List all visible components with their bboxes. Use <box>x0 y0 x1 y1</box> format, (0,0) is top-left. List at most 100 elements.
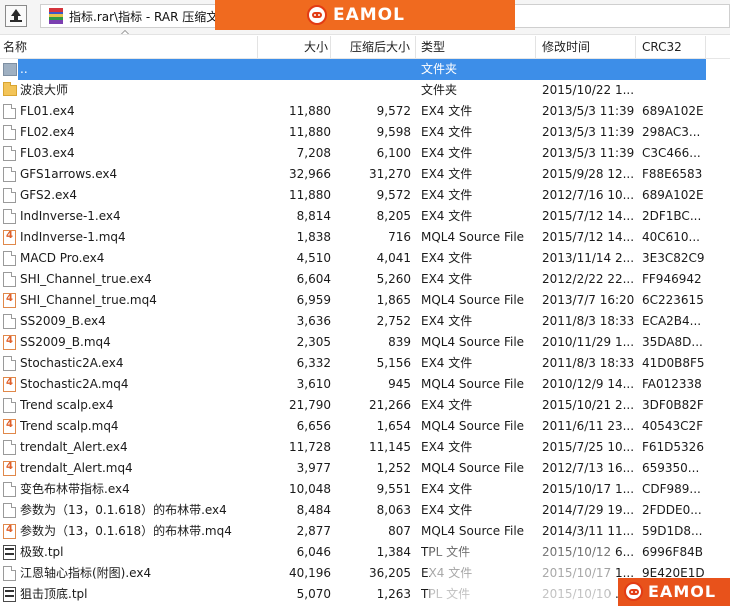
file-packed-size: 9,598 <box>376 125 411 139</box>
file-crc: 6C223615 <box>642 293 704 307</box>
table-row[interactable]: FL03.ex4 7,208 6,100 EX4 文件 2013/5/3 11:39 C3… <box>0 143 730 164</box>
file-name: 狙击顶底.tpl <box>20 587 88 601</box>
file-type: TPL 文件 <box>421 545 471 559</box>
table-row[interactable]: 极致.tpl 6,046 1,384 TPL 文件 2015/10/12 6... 699… <box>0 542 730 563</box>
file-name: SS2009_B.ex4 <box>20 314 106 328</box>
file-crc: CDF989... <box>642 482 701 496</box>
table-row[interactable]: IndInverse-1.ex4 8,814 8,205 EX4 文件 2015/7/1… <box>0 206 730 227</box>
toolbar: 指标.rar\指标 - RAR 压缩文 EAMOL <box>0 0 730 35</box>
table-row[interactable]: 参数为（13，0.1.618）的布林带.ex4 8,484 8,063 EX4 文件 2… <box>0 500 730 521</box>
file-modified: 2011/8/3 18:33 <box>542 314 635 328</box>
column-header: 名称 大小 压缩后大小 类型 修改时间 CRC32 <box>0 36 730 59</box>
file-type: 文件夹 <box>421 83 458 97</box>
file-packed-size: 839 <box>388 335 411 349</box>
eamol-logo-icon <box>307 5 327 25</box>
file-packed-size: 4,041 <box>376 251 411 265</box>
file-icon <box>3 503 16 518</box>
file-crc: 6996F84B <box>642 545 703 559</box>
file-name: SS2009_B.mq4 <box>20 335 111 349</box>
table-row[interactable]: FL02.ex4 11,880 9,598 EX4 文件 2013/5/3 11:39 2… <box>0 122 730 143</box>
column-label: 大小 <box>303 40 328 54</box>
table-row[interactable]: GFS1arrows.ex4 32,966 31,270 EX4 文件 2015/9/2… <box>0 164 730 185</box>
table-row[interactable]: trendalt_Alert.ex4 11,728 11,145 EX4 文件 2015… <box>0 437 730 458</box>
column-header-type[interactable]: 类型 <box>416 36 536 58</box>
file-size: 6,046 <box>296 545 331 559</box>
table-row[interactable]: Stochastic2A.mq4 3,610 945 MQL4 Source File… <box>0 374 730 395</box>
column-label: 压缩后大小 <box>349 40 410 54</box>
file-modified: 2014/7/29 19... <box>542 503 635 517</box>
template-file-icon <box>3 545 16 560</box>
column-label: 修改时间 <box>542 40 591 54</box>
file-type: EX4 文件 <box>421 272 473 286</box>
column-header-size[interactable]: 大小 <box>258 36 331 58</box>
file-packed-size: 1,252 <box>376 461 411 475</box>
table-row[interactable]: MACD Pro.ex4 4,510 4,041 EX4 文件 2013/11/14 2… <box>0 248 730 269</box>
table-row[interactable]: SHI_Channel_true.ex4 6,604 5,260 EX4 文件 2012… <box>0 269 730 290</box>
file-crc: 59D1D8... <box>642 524 703 538</box>
file-type: EX4 文件 <box>421 440 473 454</box>
column-header-packed[interactable]: 压缩后大小 <box>331 36 416 58</box>
file-icon <box>3 167 16 182</box>
file-packed-size: 9,572 <box>376 104 411 118</box>
file-packed-size: 2,752 <box>376 314 411 328</box>
file-type: MQL4 Source File <box>421 230 525 244</box>
file-size: 4,510 <box>296 251 331 265</box>
table-row[interactable]: 参数为（13，0.1.618）的布林带.mq4 2,877 807 MQL4 Sour… <box>0 521 730 542</box>
file-crc: F61D5326 <box>642 440 704 454</box>
table-row[interactable]: IndInverse-1.mq4 1,838 716 MQL4 Source File… <box>0 227 730 248</box>
column-label: 名称 <box>3 40 28 54</box>
file-crc: C3C466... <box>642 146 701 160</box>
file-modified: 2015/10/12 6... <box>542 545 635 559</box>
file-size: 11,880 <box>289 188 331 202</box>
table-row[interactable]: trendalt_Alert.mq4 3,977 1,252 MQL4 Source … <box>0 458 730 479</box>
file-size: 5,070 <box>296 587 331 601</box>
file-packed-size: 6,100 <box>376 146 411 160</box>
mq4-source-icon <box>3 230 16 245</box>
column-header-crc[interactable]: CRC32 <box>636 36 706 58</box>
file-packed-size: 8,063 <box>376 503 411 517</box>
table-row[interactable]: GFS2.ex4 11,880 9,572 EX4 文件 2012/7/16 10...… <box>0 185 730 206</box>
table-row[interactable]: .. 文件夹 <box>0 59 730 80</box>
file-packed-size <box>331 59 411 80</box>
file-modified: 2015/7/12 14... <box>542 209 635 223</box>
column-header-modified[interactable]: 修改时间 <box>536 36 636 58</box>
file-crc: 2DF1BC... <box>642 209 702 223</box>
table-row[interactable]: SHI_Channel_true.mq4 6,959 1,865 MQL4 Sourc… <box>0 290 730 311</box>
file-name: IndInverse-1.ex4 <box>20 209 121 223</box>
file-icon <box>3 440 16 455</box>
file-icon <box>3 188 16 203</box>
table-row[interactable]: Trend scalp.ex4 21,790 21,266 EX4 文件 2015/10… <box>0 395 730 416</box>
table-row[interactable]: Trend scalp.mq4 6,656 1,654 MQL4 Source Fil… <box>0 416 730 437</box>
file-packed-size: 9,572 <box>376 188 411 202</box>
mq4-source-icon <box>3 461 16 476</box>
file-name: 参数为（13，0.1.618）的布林带.mq4 <box>20 524 232 538</box>
file-name: Stochastic2A.ex4 <box>20 356 124 370</box>
file-crc <box>642 80 722 101</box>
file-type: MQL4 Source File <box>421 524 525 538</box>
column-header-name[interactable]: 名称 <box>0 36 258 58</box>
table-row[interactable]: SS2009_B.ex4 3,636 2,752 EX4 文件 2011/8/3 18:… <box>0 311 730 332</box>
table-row[interactable]: 变色布林带指标.ex4 10,048 9,551 EX4 文件 2015/10/17 1… <box>0 479 730 500</box>
file-modified: 2013/5/3 11:39 <box>542 146 635 160</box>
file-name: 极致.tpl <box>20 545 64 559</box>
file-type: EX4 文件 <box>421 188 473 202</box>
file-modified: 2015/10/21 2... <box>542 398 635 412</box>
file-modified: 2013/7/7 16:20 <box>542 293 635 307</box>
file-icon <box>3 272 16 287</box>
file-name: .. <box>20 62 28 76</box>
file-size: 6,656 <box>296 419 331 433</box>
file-modified: 2012/7/16 10... <box>542 188 635 202</box>
table-row[interactable]: SS2009_B.mq4 2,305 839 MQL4 Source File 2010… <box>0 332 730 353</box>
file-size <box>258 80 331 101</box>
table-row[interactable]: Stochastic2A.ex4 6,332 5,156 EX4 文件 2011/8/3… <box>0 353 730 374</box>
table-row[interactable]: 波浪大师 文件夹 2015/10/22 1... <box>0 80 730 101</box>
file-size: 8,814 <box>296 209 331 223</box>
file-crc: 659350... <box>642 461 700 475</box>
table-row[interactable]: FL01.ex4 11,880 9,572 EX4 文件 2013/5/3 11:39 6… <box>0 101 730 122</box>
rar-archive-icon <box>49 8 63 24</box>
file-modified <box>542 59 641 80</box>
file-modified: 2013/5/3 11:39 <box>542 125 635 139</box>
file-type: EX4 文件 <box>421 251 473 265</box>
up-folder-button[interactable] <box>5 5 27 27</box>
file-type: MQL4 Source File <box>421 461 525 475</box>
